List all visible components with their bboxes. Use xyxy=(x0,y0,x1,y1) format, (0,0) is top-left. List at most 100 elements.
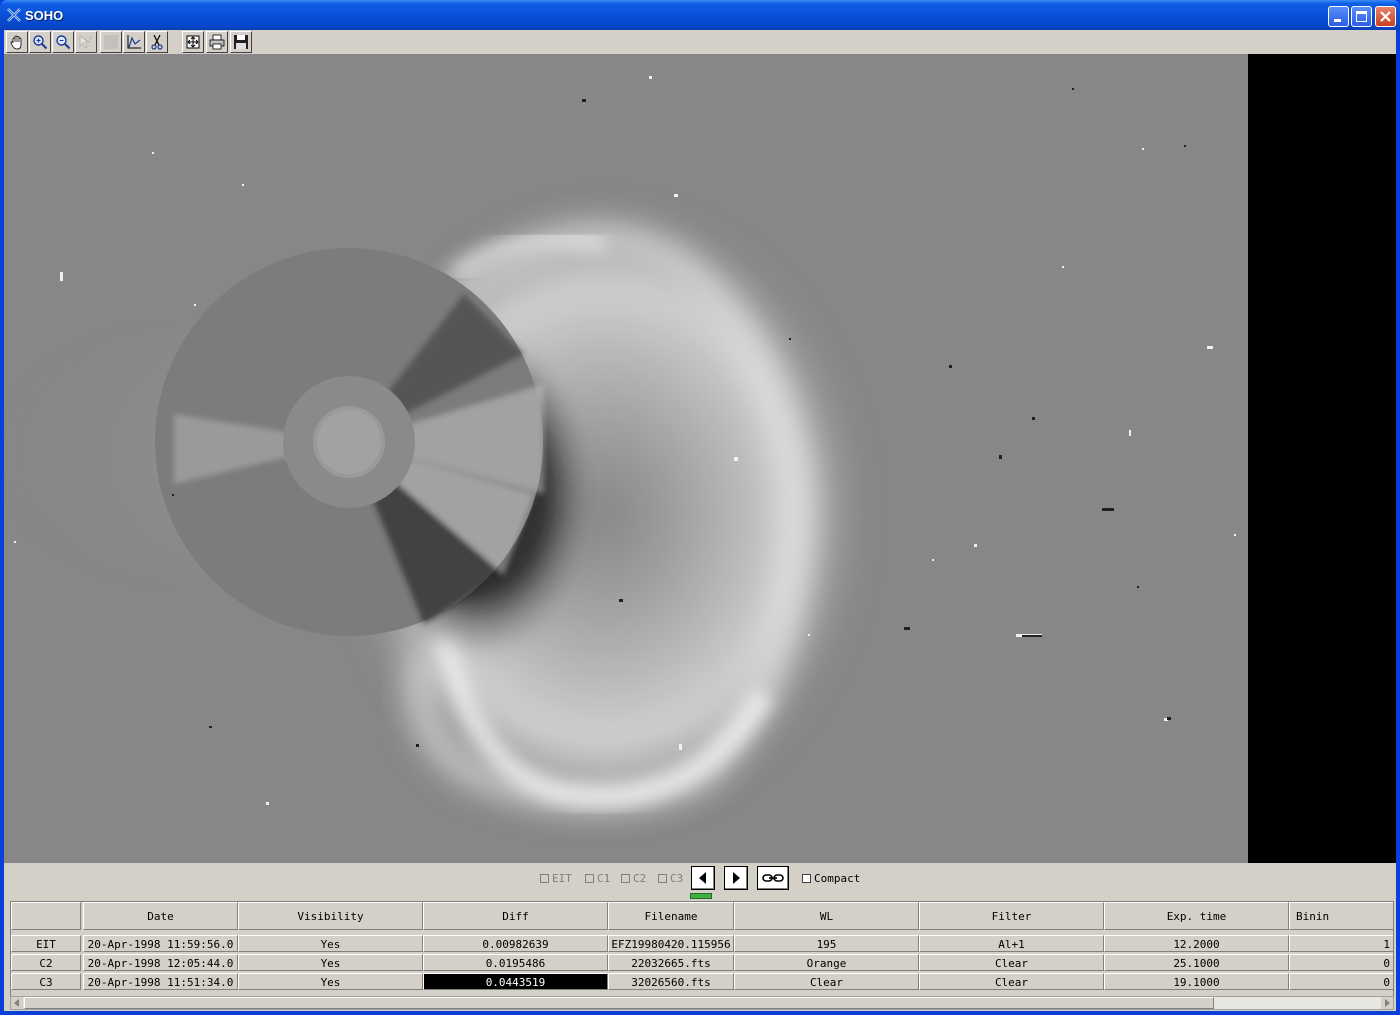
save-button[interactable] xyxy=(230,31,252,53)
table-cell[interactable]: 0 xyxy=(1289,954,1393,971)
table-cell[interactable]: 12.2000 xyxy=(1104,935,1289,952)
checkbox-box[interactable] xyxy=(621,874,630,883)
table-cell[interactable]: 19.1000 xyxy=(1104,973,1289,990)
checkbox-box[interactable] xyxy=(540,874,549,883)
checkbox-c1[interactable]: C1 xyxy=(585,872,610,886)
table-cell[interactable]: 20-Apr-1998 11:51:34.0 xyxy=(83,973,238,990)
checkbox-label: C2 xyxy=(633,872,647,885)
coronagraph-composite-image[interactable] xyxy=(4,54,1248,863)
toolbar: ? xyxy=(4,30,1396,54)
blank-button[interactable] xyxy=(100,31,122,53)
fit-view-icon xyxy=(186,35,200,49)
title-bar[interactable]: SOHO xyxy=(0,0,1400,30)
checkbox-label: EIT xyxy=(552,872,572,885)
file-table: Date Visibility Diff Filename WL Filter … xyxy=(10,901,1394,997)
zoom-in-button[interactable] xyxy=(29,31,51,53)
print-icon xyxy=(209,34,225,50)
table-cell[interactable]: Orange xyxy=(734,954,919,971)
checkbox-label: C1 xyxy=(597,872,611,885)
column-header-visibility[interactable]: Visibility xyxy=(238,902,423,930)
zoom-in-icon xyxy=(33,35,48,50)
chain-link-icon xyxy=(762,874,784,882)
table-cell[interactable]: 1 xyxy=(1289,935,1393,952)
table-cell[interactable]: 32026560.fts xyxy=(608,973,734,990)
table-cell[interactable]: 0.0195486 xyxy=(423,954,608,971)
triangle-right-icon xyxy=(733,872,740,884)
row-label[interactable]: EIT xyxy=(11,935,81,952)
svg-text:?: ? xyxy=(88,35,92,44)
column-header-diff[interactable]: Diff xyxy=(423,902,608,930)
checkbox-box[interactable] xyxy=(585,874,594,883)
link-button[interactable] xyxy=(757,866,789,890)
table-cell[interactable]: Clear xyxy=(734,973,919,990)
cut-button[interactable] xyxy=(146,31,168,53)
minimize-icon xyxy=(1334,19,1341,22)
table-cell[interactable]: EFZ19980420.115956 xyxy=(608,935,734,952)
column-header[interactable] xyxy=(11,902,81,930)
x-app-icon xyxy=(7,8,21,22)
checkbox-compact[interactable]: Compact xyxy=(802,872,860,886)
column-header-wl[interactable]: WL xyxy=(734,902,919,930)
table-cell[interactable]: 0.00982639 xyxy=(423,935,608,952)
fit-view-button[interactable] xyxy=(182,31,204,53)
column-header-date[interactable]: Date xyxy=(83,902,238,930)
table-cell[interactable]: 25.1000 xyxy=(1104,954,1289,971)
save-icon xyxy=(234,35,248,49)
plot-button[interactable] xyxy=(123,31,145,53)
table-cell[interactable]: Clear xyxy=(919,954,1104,971)
window-title: SOHO xyxy=(25,8,64,23)
row-label[interactable]: C3 xyxy=(11,973,81,990)
close-icon xyxy=(1380,11,1391,22)
help-query-icon: ? xyxy=(79,35,92,49)
blank-icon xyxy=(104,35,118,49)
scroll-right-button[interactable] xyxy=(1381,997,1393,1009)
table-cell[interactable]: 195 xyxy=(734,935,919,952)
table-cell[interactable]: Al+1 xyxy=(919,935,1104,952)
print-button[interactable] xyxy=(206,31,228,53)
maximize-button[interactable] xyxy=(1351,6,1372,27)
table-cell[interactable]: Yes xyxy=(238,954,423,971)
checkbox-c3[interactable]: C3 xyxy=(658,872,683,886)
previous-frame-button[interactable] xyxy=(691,866,715,890)
scrollbar-thumb[interactable] xyxy=(24,997,1214,1009)
soho-window: SOHO ? EIT C1 C2 C3 Compact Date Visibil… xyxy=(0,0,1400,1015)
table-cell[interactable]: 20-Apr-1998 12:05:44.0 xyxy=(83,954,238,971)
minimize-button[interactable] xyxy=(1328,6,1349,27)
scroll-right-icon xyxy=(1385,999,1390,1007)
scroll-left-icon xyxy=(14,999,19,1007)
zoom-out-icon xyxy=(56,35,71,50)
help-button[interactable]: ? xyxy=(75,31,97,53)
column-header-binning[interactable]: Binin xyxy=(1289,902,1393,930)
image-viewer[interactable] xyxy=(4,54,1396,863)
scroll-left-button[interactable] xyxy=(11,997,23,1009)
checkbox-c2[interactable]: C2 xyxy=(621,872,646,886)
pan-button[interactable] xyxy=(6,31,28,53)
table-cell-selected[interactable]: 0.0443519 xyxy=(423,973,608,990)
frame-indicator xyxy=(690,893,712,899)
column-header-filename[interactable]: Filename xyxy=(608,902,734,930)
close-button[interactable] xyxy=(1375,6,1396,27)
horizontal-scrollbar[interactable] xyxy=(10,996,1394,1010)
pan-hand-icon xyxy=(10,35,22,50)
next-frame-button[interactable] xyxy=(724,866,748,890)
checkbox-eit[interactable]: EIT xyxy=(540,872,572,886)
navigation-bar: EIT C1 C2 C3 Compact xyxy=(4,863,1396,903)
checkbox-box[interactable] xyxy=(802,874,811,883)
table-cell[interactable]: 22032665.fts xyxy=(608,954,734,971)
triangle-left-icon xyxy=(699,872,706,884)
checkbox-label: C3 xyxy=(670,872,684,885)
plot-icon xyxy=(127,35,141,49)
table-cell[interactable]: Yes xyxy=(238,973,423,990)
column-header-filter[interactable]: Filter xyxy=(919,902,1104,930)
row-label[interactable]: C2 xyxy=(11,954,81,971)
zoom-out-button[interactable] xyxy=(52,31,74,53)
client-area: ? EIT C1 C2 C3 Compact Date Visibility D… xyxy=(4,30,1396,1011)
checkbox-box[interactable] xyxy=(658,874,667,883)
table-cell[interactable]: Yes xyxy=(238,935,423,952)
table-cell[interactable]: Clear xyxy=(919,973,1104,990)
compact-label: Compact xyxy=(814,872,861,885)
column-header-exp-time[interactable]: Exp. time xyxy=(1104,902,1289,930)
table-cell[interactable]: 0 xyxy=(1289,973,1393,990)
cut-icon xyxy=(151,34,163,50)
table-cell[interactable]: 20-Apr-1998 11:59:56.0 xyxy=(83,935,238,952)
